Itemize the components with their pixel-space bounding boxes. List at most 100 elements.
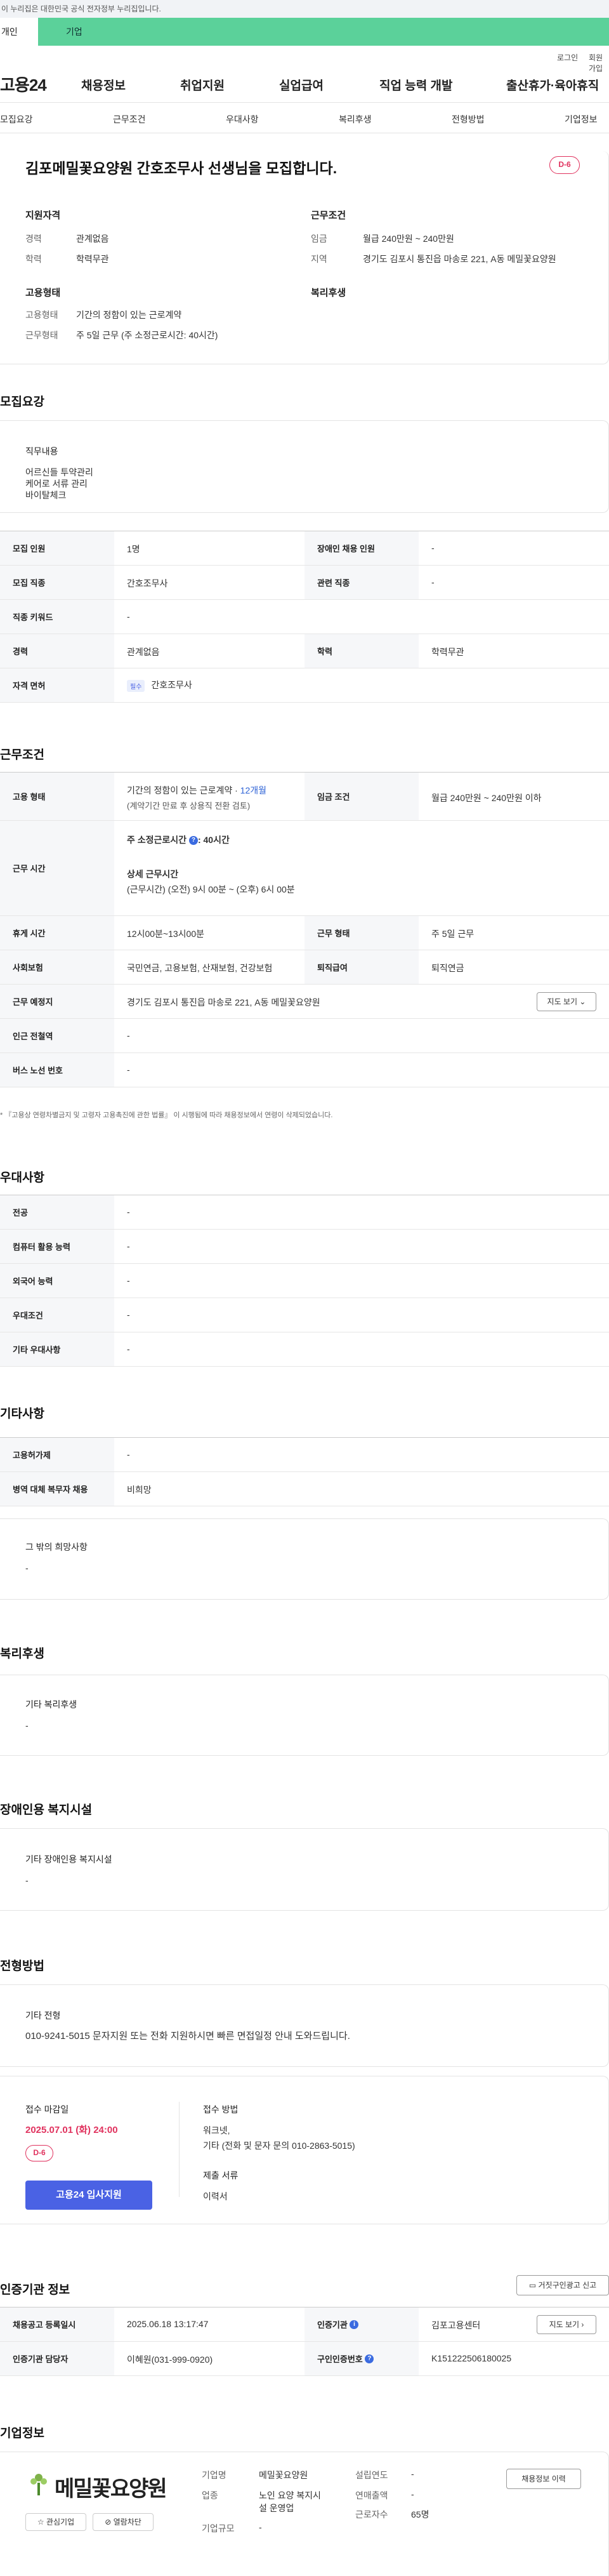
- td: 주 5일 근무: [431, 929, 475, 939]
- apply-button[interactable]: 고용24 입사지원: [25, 2181, 152, 2210]
- tab-company[interactable]: 기업: [38, 18, 609, 46]
- th: 경력: [0, 634, 114, 668]
- company-logo-icon: [27, 2470, 51, 2498]
- duty-line: 어르신들 투약관리: [25, 467, 93, 477]
- dday-badge: D-6: [549, 156, 580, 174]
- td: -: [127, 1241, 130, 1251]
- license-cell: 필수 간호조무사: [127, 679, 192, 692]
- tab-company[interactable]: 기업정보: [565, 113, 598, 126]
- table-row: 인근 전철역 -: [0, 1019, 609, 1053]
- th: 외국어 능력: [0, 1264, 114, 1298]
- td: 1명: [127, 544, 140, 554]
- emp-label: 고용형태: [25, 310, 58, 320]
- tab-welfare[interactable]: 복리후생: [339, 113, 372, 126]
- table-row: 고용허가제 -: [0, 1438, 609, 1472]
- agency-map-button[interactable]: 지도 보기 ›: [537, 2315, 596, 2334]
- th: 컴퓨터 활용 능력: [0, 1230, 114, 1263]
- gnb-item-parental-leave[interactable]: 출산휴가·육아휴직: [506, 76, 599, 93]
- th: 자격 면허: [0, 668, 114, 702]
- size-label: 기업규모: [202, 2523, 235, 2533]
- gov-banner: 이 누리집은 대한민국 공식 전자정부 누리집입니다.: [0, 0, 609, 18]
- block-button[interactable]: ⊘ 열람차단: [93, 2513, 154, 2531]
- table-row: 모집 인원 1명 장애인 채용 인원 -: [0, 531, 609, 566]
- hours-weekly-label: 주 소정근로시간: [127, 835, 187, 845]
- etc-title: 기타사항: [0, 1407, 44, 1421]
- info-icon[interactable]: ?: [365, 2354, 374, 2363]
- th: 퇴직급여: [304, 950, 419, 984]
- job-history-button[interactable]: 채용정보 이력: [506, 2469, 581, 2489]
- td: -: [127, 1275, 130, 1285]
- info-icon[interactable]: ?: [188, 836, 198, 846]
- deadline-value: 2025.07.01 (화) 24:00: [25, 2125, 118, 2135]
- required-tag: 필수: [127, 679, 145, 692]
- td: 김포고용센터: [431, 2320, 481, 2330]
- td: 월급 240만원 ~ 240만원 이하: [431, 793, 542, 803]
- table-row: 근무 예정지 경기도 김포시 통진읍 마송로 221, A동 메밀꽃요양원 지도…: [0, 985, 609, 1019]
- table-row: 인증기관 담당자 이혜원(031-999-0920) 구인인증번호 ? K151…: [0, 2342, 609, 2376]
- td: -: [431, 577, 435, 587]
- td: K151222506180025: [431, 2353, 512, 2363]
- other-wishes-value: -: [25, 1563, 29, 1573]
- tab-selection[interactable]: 전형방법: [452, 113, 485, 126]
- agency-table: 채용공고 등록일시 2025.06.18 13:17:47 인증기관 i 김포고…: [0, 2307, 609, 2376]
- interest-button[interactable]: ☆ 관심기업: [25, 2513, 86, 2531]
- qual-heading: 지원자격: [25, 210, 61, 221]
- agency-label: 인증기관: [317, 2320, 348, 2330]
- th: 근무 시간: [0, 821, 114, 915]
- etc-table: 고용허가제 - 병역 대체 복무자 채용 비희망: [0, 1437, 609, 1506]
- gnb-item-unemployment-benefit[interactable]: 실업급여: [279, 76, 324, 93]
- table-row: 자격 면허 필수 간호조무사: [0, 668, 609, 703]
- td: -: [127, 1344, 130, 1354]
- hours-detail-value: (근무시간) (오전) 9시 00분 ~ (오후) 6시 00분: [127, 884, 295, 894]
- login-link[interactable]: 로그인: [557, 52, 578, 63]
- block-icon: ⊘: [105, 2518, 114, 2526]
- sales-label: 연매출액: [355, 2490, 388, 2500]
- table-row: 우대조건 -: [0, 1298, 609, 1332]
- duty-line: 바이탈체크: [25, 490, 67, 500]
- info-icon[interactable]: i: [350, 2320, 359, 2329]
- interest-label: 관심기업: [46, 2518, 75, 2526]
- duty-box: 직무내용 어르신들 투약관리 케어로 서류 관리 바이탈체크: [0, 420, 609, 513]
- table-row: 병역 대체 복무자 채용 비희망: [0, 1472, 609, 1506]
- tab-preference[interactable]: 우대사항: [226, 113, 259, 126]
- section-tabs: 모집요강 근무조건 우대사항 복리후생 전형방법 기업정보: [0, 103, 609, 133]
- worktype-label: 근무형태: [25, 330, 58, 340]
- th: 근무 예정지: [0, 985, 114, 1018]
- other-wishes-box: 그 밖의 희망사항 -: [0, 1518, 609, 1600]
- th: 채용공고 등록일시: [0, 2307, 114, 2341]
- preference-title: 우대사항: [0, 1171, 44, 1185]
- disabled-facility-title: 장애인용 복지시설: [0, 1803, 93, 1817]
- year-label: 설립연도: [355, 2470, 388, 2480]
- site-logo[interactable]: 고용24: [0, 72, 47, 96]
- table-row: 기타 우대사항 -: [0, 1332, 609, 1367]
- map-button[interactable]: 지도 보기 ⌄: [537, 992, 596, 1011]
- table-row: 고용 형태 기간의 정함이 있는 근로계약 · 12개월 (계약기간 만료 후 …: [0, 773, 609, 821]
- career-label: 경력: [25, 234, 42, 244]
- th: 모집 직종: [0, 566, 114, 599]
- deadline-label: 접수 마감일: [25, 2104, 69, 2115]
- gnb-item-employment-support[interactable]: 취업지원: [180, 76, 225, 93]
- th: 학력: [304, 634, 419, 668]
- gnb-item-job-training[interactable]: 직업 능력 개발: [379, 76, 452, 93]
- table-row: 직종 키워드 -: [0, 600, 609, 634]
- tab-recruit[interactable]: 모집요강: [0, 113, 33, 126]
- tab-personal[interactable]: 개인: [0, 18, 38, 46]
- td: 국민연금, 고용보험, 산재보험, 건강보험: [127, 963, 273, 973]
- method-value: 워크넷,: [203, 2125, 230, 2135]
- duty-title: 직무내용: [25, 446, 58, 456]
- company-card: 메밀꽃요양원 ☆ 관심기업 ⊘ 열람차단 기업명 메밀꽃요양원 업종 노인 요양…: [0, 2452, 609, 2576]
- gnb-item-jobs[interactable]: 채용정보: [81, 76, 126, 93]
- td: 학력무관: [431, 647, 464, 657]
- th: 고용 형태: [0, 773, 114, 820]
- th: 모집 인원: [0, 531, 114, 565]
- td: 경기도 김포시 통진읍 마송로 221, A동 메밀꽃요양원: [127, 997, 320, 1007]
- method-value: 기타 (전화 및 문자 문의 010-2863-5015): [203, 2141, 355, 2151]
- conditions-table: 고용 형태 기간의 정함이 있는 근로계약 · 12개월 (계약기간 만료 후 …: [0, 772, 609, 1087]
- id-label: 구인인증번호: [317, 2354, 363, 2364]
- utility-links: 로그인 회원가입: [0, 46, 609, 73]
- star-icon: ☆: [37, 2518, 46, 2526]
- report-false-ad-button[interactable]: ▭ 거짓구인광고 신고: [516, 2275, 609, 2295]
- apply-dday-badge: D-6: [25, 2145, 53, 2161]
- tab-conditions[interactable]: 근무조건: [113, 113, 146, 126]
- th: 근무 형태: [304, 916, 419, 950]
